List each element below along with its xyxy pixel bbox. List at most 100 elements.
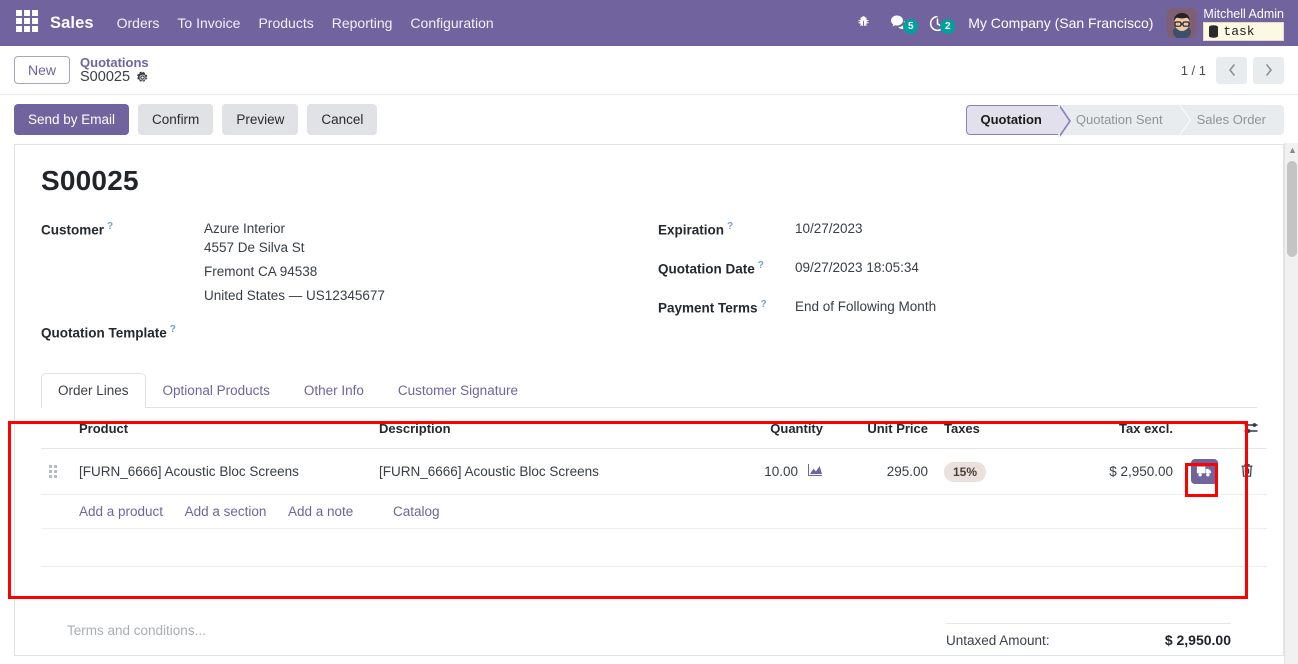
customer-address-line-1: 4557 De Silva St [204,240,305,255]
messages-icon[interactable]: 5 [881,14,919,34]
control-panel-breadcrumb-bar: New Quotations S00025 1 / 1 [0,46,1298,95]
tab-customer-signature[interactable]: Customer Signature [381,373,535,408]
add-a-product-link[interactable]: Add a product [79,504,163,519]
form-right-column: Expiration? 10/27/2023 Quotation Date? 0… [656,221,1257,351]
status-bar: Quotation Quotation Sent Sales Order [965,104,1284,137]
breadcrumb-parent-quotations[interactable]: Quotations [80,55,149,70]
catalog-link[interactable]: Catalog [393,504,440,519]
menu-configuration[interactable]: Configuration [401,9,502,37]
add-a-section-link[interactable]: Add a section [185,504,267,519]
header-unit-price: Unit Price [831,408,936,449]
cancel-button[interactable]: Cancel [307,104,378,135]
activities-badge: 2 [940,18,956,34]
header-optional-columns [1227,408,1267,449]
area-chart-icon[interactable] [807,463,823,480]
row-product[interactable]: [FURN_6666] Acoustic Bloc Screens [71,448,371,495]
user-menu[interactable]: Mitchell Admin task [1203,5,1288,41]
preview-button[interactable]: Preview [222,104,299,135]
trash-icon[interactable] [1240,463,1254,478]
field-quotation-template-label: Quotation Template? [41,324,176,341]
company-switcher[interactable]: My Company (San Francisco) [956,15,1165,31]
tab-other-info[interactable]: Other Info [287,373,381,408]
menu-to-invoice[interactable]: To Invoice [168,9,249,37]
scroll-up-arrow[interactable]: ▲ [1288,146,1297,155]
status-sales-order[interactable]: Sales Order [1178,104,1284,135]
add-a-note-link[interactable]: Add a note [288,504,353,519]
confirm-button[interactable]: Confirm [138,104,214,135]
notebook: Order Lines Optional Products Other Info… [41,373,1267,605]
add-links-cell: Add a product Add a section Add a note C… [71,494,1267,529]
tax-badge[interactable]: 15% [944,461,987,482]
chevron-right-icon [1265,64,1272,76]
new-button[interactable]: New [14,56,71,84]
terms-and-conditions-input[interactable]: Terms and conditions... [67,623,206,648]
untaxed-amount-label: Untaxed Amount: [946,632,1050,648]
task-tooltip-label: task [1223,24,1255,39]
empty-row [41,528,1267,567]
send-by-email-button[interactable]: Send by Email [14,104,130,135]
help-icon[interactable]: ? [727,221,733,232]
help-icon[interactable]: ? [107,221,113,232]
menu-reporting[interactable]: Reporting [323,9,402,37]
activities-icon[interactable]: 2 [919,14,956,34]
row-unit-price[interactable]: 295.00 [831,448,936,495]
row-quantity-wrap: 10.00 [709,463,823,480]
sliders-icon[interactable] [1243,420,1259,436]
header-product: Product [71,408,371,449]
help-icon[interactable]: ? [170,324,176,335]
drag-handle-icon[interactable] [49,465,63,478]
vertical-scrollbar[interactable]: ▲ [1284,143,1298,664]
menu-orders[interactable]: Orders [108,9,169,37]
header-description: Description [371,408,701,449]
tab-optional-products[interactable]: Optional Products [146,373,287,408]
table-row[interactable]: [FURN_6666] Acoustic Bloc Screens [FURN_… [41,448,1267,495]
avatar[interactable] [1167,8,1198,38]
field-quotation-template: Quotation Template? [41,324,656,349]
row-quantity[interactable]: 10.00 [764,464,798,479]
add-links-spacer [41,494,71,529]
expiration-value[interactable]: 10/27/2023 [795,221,863,236]
scrollbar-thumb[interactable] [1287,161,1297,257]
field-quotation-date: Quotation Date? 09/27/2023 18:05:34 [658,260,1257,285]
tab-order-lines[interactable]: Order Lines [41,373,146,408]
app-brand-sales[interactable]: Sales [50,14,94,33]
task-tooltip: task [1203,22,1284,41]
bug-icon[interactable] [846,15,881,32]
help-icon[interactable]: ? [758,260,764,271]
field-expiration-label: Expiration? [658,221,734,238]
pager-previous-button[interactable] [1216,56,1247,84]
payment-terms-value[interactable]: End of Following Month [795,299,936,314]
pager-next-button[interactable] [1253,56,1284,84]
order-lines-table: Product Description Quantity Unit Price … [41,408,1267,605]
header-taxes: Taxes [936,408,1056,449]
status-quotation-sent[interactable]: Quotation Sent [1057,104,1191,135]
breadcrumb-current: S00025 [80,70,149,85]
menu-products[interactable]: Products [249,9,322,37]
breadcrumb: Quotations S00025 [80,55,149,85]
field-customer: Customer? Azure Interior 4557 De Silva S… [41,221,656,308]
header-handle [41,408,71,449]
row-taxes-cell[interactable]: 15% [936,448,1056,495]
quotation-date-value[interactable]: 09/27/2023 18:05:34 [795,260,919,275]
customer-address-line-3: United States — US12345677 [204,288,385,303]
row-description[interactable]: [FURN_6666] Acoustic Bloc Screens [371,448,701,495]
notebook-tabs: Order Lines Optional Products Other Info… [41,373,1257,408]
gear-icon[interactable] [136,71,149,84]
totals-block: Untaxed Amount: $ 2,950.00 [946,622,1231,648]
apps-grid-icon[interactable] [16,10,42,36]
form-fields: Customer? Azure Interior 4557 De Silva S… [41,221,1257,351]
help-icon[interactable]: ? [761,299,767,310]
status-quotation[interactable]: Quotation [965,104,1072,137]
row-drag-handle-cell[interactable] [41,448,71,495]
row-quantity-cell[interactable]: 10.00 [701,448,831,495]
breadcrumb-current-label: S00025 [80,69,131,85]
field-payment-terms-label: Payment Terms? [658,299,767,316]
order-lines-header-row: Product Description Quantity Unit Price … [41,408,1267,449]
truck-icon[interactable] [1190,459,1218,484]
empty-row [41,567,1267,605]
untaxed-amount-value: $ 2,950.00 [1164,631,1231,648]
field-customer-value-group: Azure Interior 4557 De Silva St Fremont … [204,221,385,308]
pager-count: 1 / 1 [1180,62,1206,78]
form-sheet-wrapper: S00025 Customer? Azure Interior 4557 De … [0,144,1298,656]
customer-name[interactable]: Azure Interior [204,221,385,236]
